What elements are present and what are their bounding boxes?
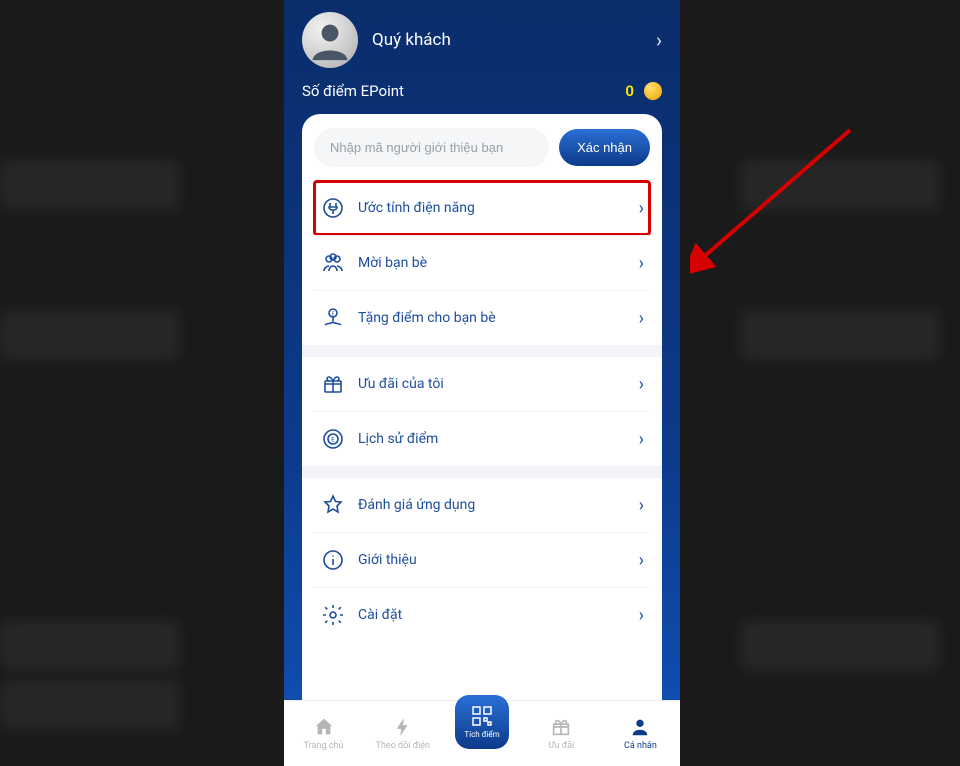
- header: Quý khách › Số điểm EPoint 0 Xác nhận Ướ…: [284, 0, 680, 742]
- plug-icon: [320, 195, 346, 221]
- menu-label: Mời bạn bè: [358, 255, 627, 271]
- menu-item-give-points[interactable]: E Tặng điểm cho bạn bè ›: [314, 290, 650, 345]
- svg-text:E: E: [332, 312, 335, 318]
- section-divider: [302, 345, 662, 357]
- nav-home[interactable]: Trang chủ: [284, 716, 363, 751]
- nav-label: Theo dõi điện: [376, 741, 430, 751]
- menu-item-my-offers[interactable]: Ưu đãi của tôi ›: [314, 357, 650, 411]
- person-icon: [629, 716, 651, 738]
- menu-section-3: Đánh giá ứng dụng › Giới thiệu › Cài đặt…: [314, 478, 650, 642]
- chevron-right-icon: ›: [639, 429, 644, 450]
- chevron-right-icon: ›: [639, 374, 644, 395]
- chevron-right-icon: ›: [639, 308, 644, 329]
- chevron-right-icon: ›: [639, 495, 644, 516]
- menu-label: Lịch sử điểm: [358, 431, 627, 447]
- phone-frame: Quý khách › Số điểm EPoint 0 Xác nhận Ướ…: [284, 0, 680, 766]
- chevron-right-icon: ›: [656, 28, 662, 52]
- epoint-row: Số điểm EPoint 0: [302, 82, 662, 114]
- user-name-label: Quý khách: [372, 30, 642, 50]
- nav-profile[interactable]: Cá nhân: [601, 716, 680, 751]
- nav-label: Tích điểm: [464, 730, 499, 739]
- menu-item-point-history[interactable]: E Lịch sử điểm ›: [314, 411, 650, 466]
- menu-item-estimate-power[interactable]: Ước tính điện năng ›: [314, 181, 650, 235]
- menu-label: Ước tính điện năng: [358, 200, 627, 216]
- nav-label: Cá nhân: [624, 741, 657, 751]
- info-icon: [320, 547, 346, 573]
- coin-icon: [644, 82, 662, 100]
- chevron-right-icon: ›: [639, 253, 644, 274]
- menu-label: Đánh giá ứng dụng: [358, 497, 627, 513]
- chevron-right-icon: ›: [639, 198, 644, 219]
- referral-row: Xác nhận: [314, 128, 650, 167]
- menu-label: Ưu đãi của tôi: [358, 376, 627, 392]
- give-icon: E: [320, 305, 346, 331]
- qr-icon: [470, 704, 494, 728]
- confirm-button[interactable]: Xác nhận: [559, 129, 650, 166]
- bolt-icon: [392, 716, 414, 738]
- gift-icon: [550, 716, 572, 738]
- menu-item-invite-friends[interactable]: Mời bạn bè ›: [314, 235, 650, 290]
- svg-text:E: E: [331, 437, 335, 444]
- menu-label: Giới thiệu: [358, 552, 627, 568]
- menu-item-about[interactable]: Giới thiệu ›: [314, 532, 650, 587]
- menu-section-2: Ưu đãi của tôi › E Lịch sử điểm ›: [314, 357, 650, 466]
- user-row[interactable]: Quý khách ›: [302, 12, 662, 82]
- chevron-right-icon: ›: [639, 605, 644, 626]
- bottom-nav: Trang chủ Theo dõi điện Tích điểm Ưu đãi…: [284, 700, 680, 766]
- menu-section-1: Ước tính điện năng › Mời bạn bè › E Tặng…: [314, 181, 650, 345]
- home-icon: [313, 716, 335, 738]
- referral-input[interactable]: [314, 128, 549, 167]
- epoint-value: 0: [625, 82, 634, 100]
- history-icon: E: [320, 426, 346, 452]
- menu-item-settings[interactable]: Cài đặt ›: [314, 587, 650, 642]
- epoint-label: Số điểm EPoint: [302, 82, 615, 100]
- chevron-right-icon: ›: [639, 550, 644, 571]
- nav-points[interactable]: Tích điểm: [442, 719, 521, 749]
- menu-label: Tặng điểm cho bạn bè: [358, 310, 627, 326]
- people-icon: [320, 250, 346, 276]
- gift-icon: [320, 371, 346, 397]
- gear-icon: [320, 602, 346, 628]
- nav-label: Ưu đãi: [548, 741, 574, 751]
- nav-label: Trang chủ: [304, 741, 344, 751]
- menu-label: Cài đặt: [358, 607, 627, 623]
- nav-offers[interactable]: Ưu đãi: [522, 716, 601, 751]
- star-icon: [320, 492, 346, 518]
- menu-item-rate-app[interactable]: Đánh giá ứng dụng ›: [314, 478, 650, 532]
- nav-monitor[interactable]: Theo dõi điện: [363, 716, 442, 751]
- user-icon: [308, 18, 352, 62]
- nav-center-button[interactable]: Tích điểm: [455, 695, 509, 749]
- avatar: [302, 12, 358, 68]
- main-card: Xác nhận Ước tính điện năng › Mời bạn bè: [302, 114, 662, 742]
- section-divider: [302, 466, 662, 478]
